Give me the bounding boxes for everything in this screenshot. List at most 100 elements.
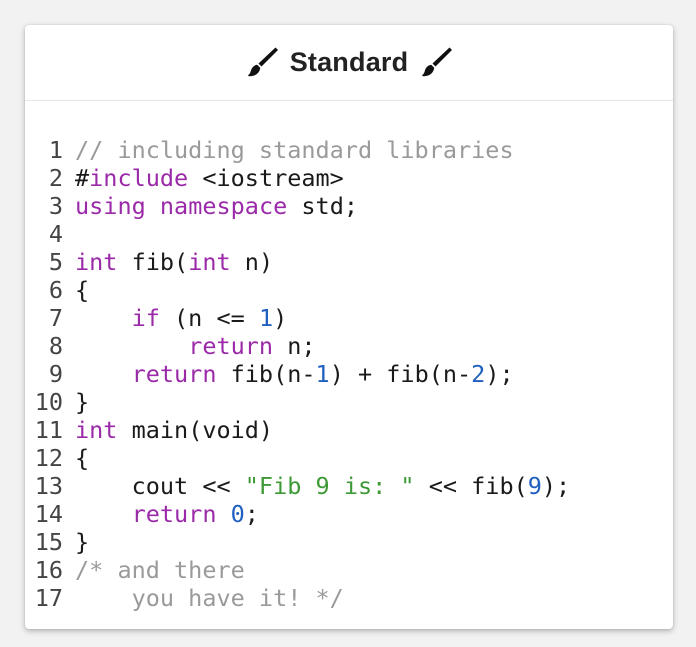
code-text: /* and there [75, 556, 245, 584]
code-token: std; [287, 192, 358, 220]
code-line: 9 return fib(n-1) + fib(n-2); [25, 360, 570, 388]
code-text: using namespace std; [75, 192, 358, 220]
code-token: # [75, 164, 90, 192]
code-line: 15} [25, 528, 570, 556]
paintbrush-icon [416, 43, 456, 83]
code-line: 8 return n; [25, 332, 570, 360]
code-token: int [75, 248, 118, 276]
code-token: return [131, 500, 217, 528]
code-text: cout << "Fib 9 is: " << fib(9); [75, 472, 571, 500]
line-number: 7 [48, 304, 63, 332]
code-text: return n; [75, 332, 316, 360]
line-number: 6 [48, 276, 63, 304]
code-line: 4 [25, 220, 570, 248]
code-token: 0 [230, 500, 245, 528]
code-token: n) [230, 248, 274, 276]
code-token: namespace [159, 192, 288, 220]
code-token: <iostream> [188, 164, 344, 192]
code-text: int main(void) [75, 416, 273, 444]
page-title: Standard [289, 47, 409, 77]
code-token: int [75, 416, 118, 444]
code-text: { [75, 444, 89, 472]
paintbrush-icon [242, 43, 282, 83]
line-number: 13 [34, 472, 63, 500]
line-number: 8 [48, 332, 63, 360]
code-token: return [188, 332, 274, 360]
line-number: 15 [34, 528, 63, 556]
code-token: 2 [471, 360, 486, 388]
code-line: 3 using namespace std; [25, 192, 570, 220]
code-token: fib(n- [216, 360, 316, 388]
code-token: include [89, 164, 189, 192]
code-line: 7 if (n <= 1) [25, 304, 570, 332]
code-text: you have it! */ [75, 584, 344, 612]
code-line: 12 { [25, 444, 570, 472]
code-line: 2 #include <iostream> [25, 164, 570, 192]
card-header: Standard [25, 25, 673, 101]
code-token: cout << [75, 472, 245, 500]
code-line: 14 return 0; [25, 500, 570, 528]
code-line: 1 // including standard libraries [25, 136, 570, 164]
line-number: 11 [34, 416, 63, 444]
code-line: 6{ [25, 276, 570, 304]
line-number: 14 [34, 500, 63, 528]
line-number: 10 [34, 388, 63, 416]
line-number: 5 [48, 248, 63, 276]
code-text: } [75, 388, 89, 416]
code-token: int [188, 248, 231, 276]
code-token: 9 [527, 472, 542, 500]
code-text: #include <iostream> [75, 164, 344, 192]
code-card: Standard 1 // including standard librarie… [25, 25, 673, 629]
code-token: (n <= [159, 304, 259, 332]
code-text: int fib(int n) [75, 248, 273, 276]
line-number: 4 [48, 220, 63, 248]
code-token: fib( [117, 248, 189, 276]
code-token: ) + fib(n- [329, 360, 472, 388]
code-text: if (n <= 1) [75, 304, 288, 332]
code-line: 5 int fib(int n) [25, 248, 570, 276]
line-number: 3 [48, 192, 63, 220]
code-line: 16 /* and there [25, 556, 570, 584]
code-line: 17 you have it! */ [25, 584, 570, 612]
code-text: return 0; [75, 500, 259, 528]
code-token: you have it! */ [75, 584, 344, 612]
code-token: return [131, 360, 217, 388]
line-number: 17 [34, 584, 63, 612]
code-token: << fib( [414, 472, 528, 500]
code-token: main(void) [117, 416, 274, 444]
code-token: 1 [258, 304, 274, 332]
code-line: 13 cout << "Fib 9 is: " << fib(9); [25, 472, 571, 500]
code-token: "Fib 9 is: " [244, 472, 415, 500]
code-token: ; [244, 500, 259, 528]
line-number: 2 [48, 164, 63, 192]
code-token: } [75, 528, 90, 556]
code-token: { [75, 444, 90, 472]
code-token: ); [541, 472, 571, 500]
code-token: if [131, 304, 160, 332]
code-token: using [75, 192, 146, 220]
code-token: // including standard libraries [75, 136, 514, 164]
line-number: 9 [48, 360, 63, 388]
line-number: 16 [34, 556, 63, 584]
code-line: 11 int main(void) [25, 416, 570, 444]
code-token: { [75, 276, 90, 304]
code-token: } [75, 388, 90, 416]
line-number: 1 [48, 136, 63, 164]
code-token: /* and there [75, 556, 245, 584]
line-number: 12 [34, 444, 63, 472]
code-text: { [75, 276, 89, 304]
code-text: // including standard libraries [75, 136, 514, 164]
code-token: 1 [315, 360, 330, 388]
code-text: return fib(n-1) + fib(n-2); [75, 360, 514, 388]
code-block[interactable]: 1 // including standard libraries 2 #includ… [25, 136, 571, 612]
code-token: n; [273, 332, 316, 360]
code-token: ); [485, 360, 514, 388]
code-text: } [75, 528, 89, 556]
code-token: ) [273, 304, 288, 332]
